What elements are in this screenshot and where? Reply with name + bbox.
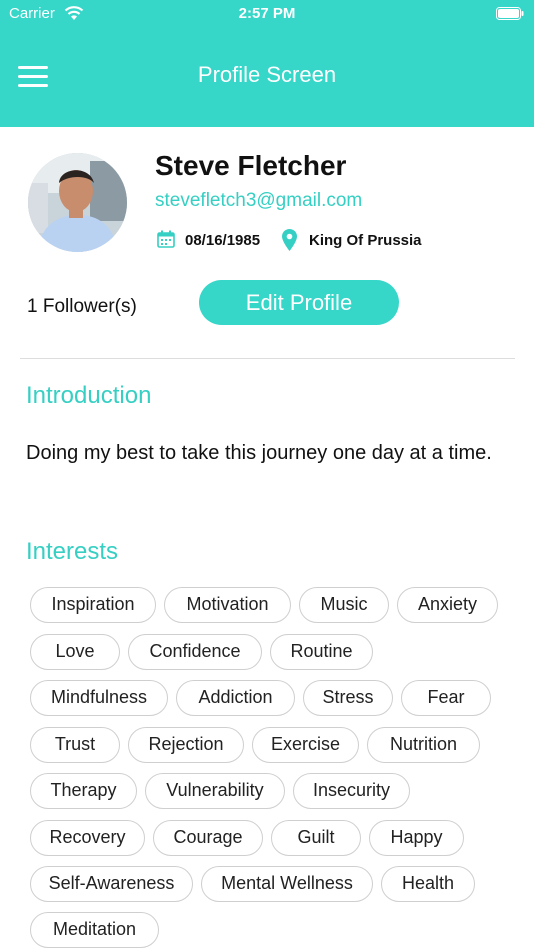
interest-chip[interactable]: Guilt [271,820,361,856]
interest-chip[interactable]: Nutrition [367,727,480,763]
interest-chip[interactable]: Love [30,634,120,670]
app-header: Carrier 2:57 PM Profile Screen [0,0,534,127]
interests-heading: Interests [26,538,119,565]
interest-chip[interactable]: Meditation [30,912,159,948]
interest-chip[interactable]: Insecurity [293,773,410,809]
profile-name: Steve Fletcher [155,150,347,181]
introduction-text: Doing my best to take this journey one d… [26,442,492,464]
introduction-heading: Introduction [26,382,152,409]
location-pin-icon [282,229,297,251]
interest-chip[interactable]: Health [381,866,475,902]
divider [20,358,515,359]
interest-chip[interactable]: Mindfulness [30,680,168,716]
battery-icon [496,7,524,20]
status-bar: Carrier 2:57 PM [0,0,534,28]
profile-email: stevefletch3@gmail.com [155,190,363,211]
clock: 2:57 PM [238,5,296,22]
followers-count[interactable]: 1 Follower(s) [27,296,137,318]
interest-chip[interactable]: Mental Wellness [201,866,373,902]
interest-chip[interactable]: Fear [401,680,491,716]
interest-chip[interactable]: Stress [303,680,393,716]
interest-chip[interactable]: Therapy [30,773,137,809]
interest-chip[interactable]: Confidence [128,634,262,670]
calendar-icon [157,230,175,248]
interest-chip[interactable]: Self-Awareness [30,866,193,902]
interest-chip[interactable]: Addiction [176,680,295,716]
interest-chip[interactable]: Music [299,587,389,623]
location-label: King Of Prussia [309,232,422,249]
profile-photo [28,153,127,252]
interest-chip[interactable]: Trust [30,727,120,763]
interest-chip[interactable]: Inspiration [30,587,156,623]
interest-chip[interactable]: Happy [369,820,464,856]
screen-title: Profile Screen [197,62,337,87]
interest-chip[interactable]: Routine [270,634,373,670]
interest-chip[interactable]: Courage [153,820,263,856]
interest-chip[interactable]: Vulnerability [145,773,285,809]
interest-chip[interactable]: Recovery [30,820,145,856]
interest-chip[interactable]: Anxiety [397,587,498,623]
edit-profile-button[interactable]: Edit Profile [199,280,399,325]
avatar [28,153,127,252]
interest-chip[interactable]: Rejection [128,727,244,763]
interest-chip[interactable]: Exercise [252,727,359,763]
interest-chip[interactable]: Motivation [164,587,291,623]
date-of-birth: 08/16/1985 [185,232,261,249]
